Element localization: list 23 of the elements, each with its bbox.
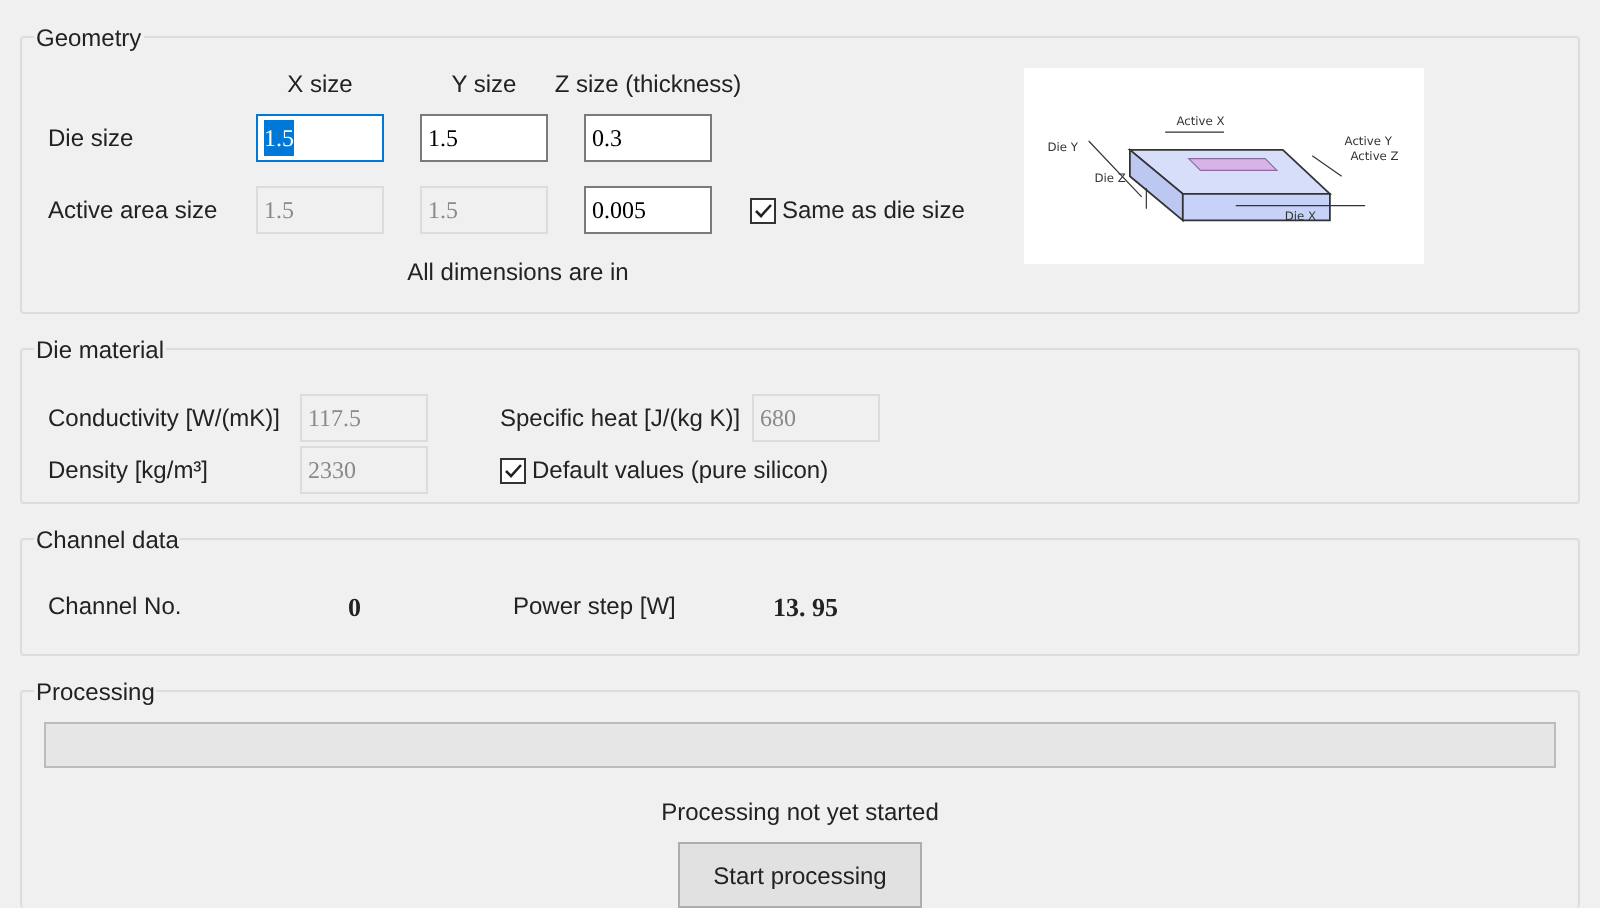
input-field[interactable]: 0.005 [584, 186, 712, 234]
column-header: Y size [451, 68, 517, 102]
checkbox-label: Same as die size [782, 194, 965, 228]
input-field[interactable]: 1.5 [420, 114, 548, 162]
start-processing-button[interactable]: Start processing [678, 842, 922, 908]
field-label: Power step [W] [513, 589, 678, 624]
units-note: All dimensions are in [407, 256, 629, 290]
field-label: Conductivity [W/(mK)] [48, 402, 283, 437]
field-label: Channel No. [48, 589, 184, 624]
field-label: Density [kg/m³] [48, 454, 211, 489]
column-header: Z size (thickness) [554, 68, 742, 102]
checkbox[interactable] [750, 197, 776, 223]
row-label: Die size [48, 122, 136, 156]
checkbox[interactable] [500, 457, 526, 484]
input-field[interactable]: 1.5 [256, 114, 384, 162]
input-field[interactable]: 0.3 [584, 114, 712, 162]
field-label: Specific heat [J/(kg K)] [500, 402, 743, 437]
status-text: Processing not yet started [661, 796, 939, 830]
checkbox-label: Default values (pure silicon) [532, 454, 829, 489]
value-text: 13. 95 [773, 589, 838, 626]
row-label: Active area size [48, 194, 220, 228]
value-text: 0 [348, 589, 361, 626]
column-header: X size [287, 68, 353, 102]
